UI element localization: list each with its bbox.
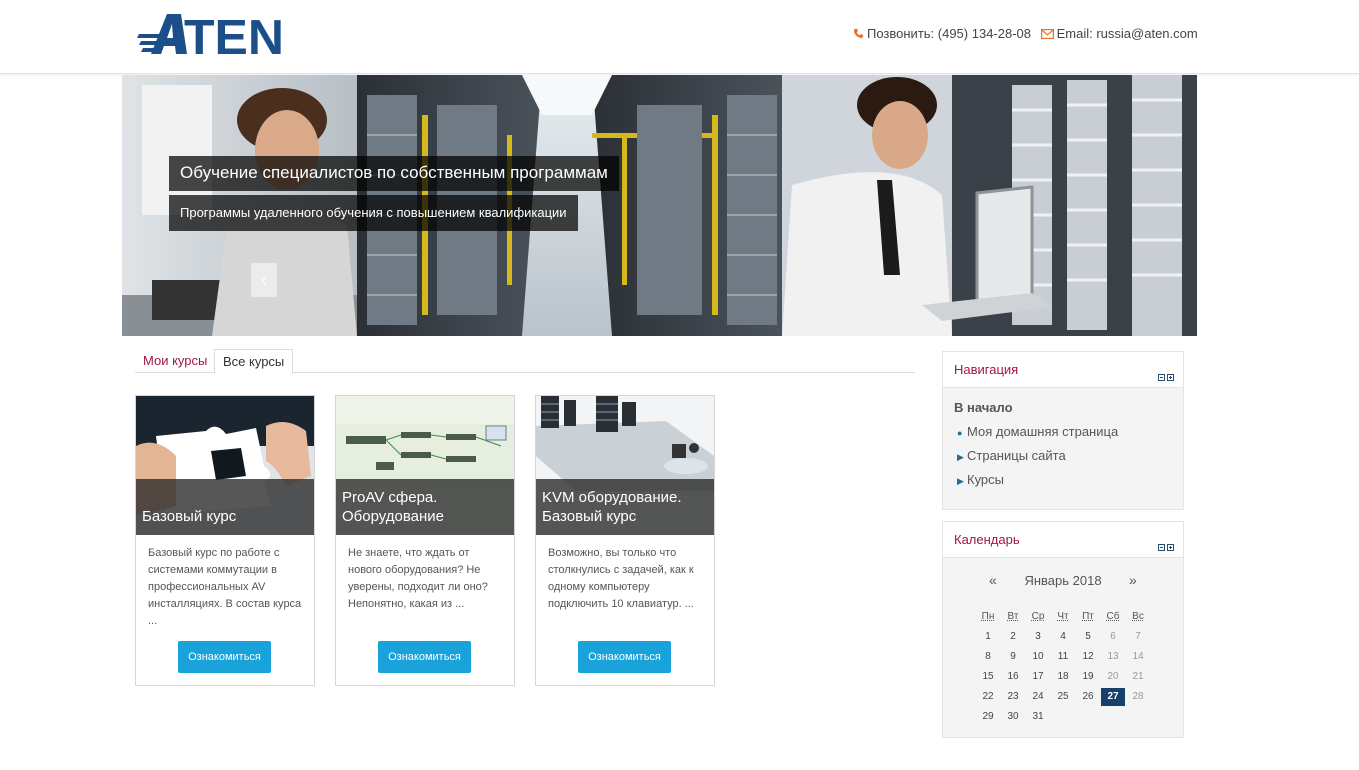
header-contacts: Позвонить: (495) 134-28-08 Email: russia… <box>853 26 1204 42</box>
calendar-day[interactable]: 1 <box>976 628 1000 646</box>
calendar-day[interactable]: 12 <box>1076 648 1100 666</box>
calendar-day[interactable]: 7 <box>1126 628 1150 646</box>
calendar-day[interactable]: 25 <box>1051 688 1075 706</box>
course-description: Базовый курс по работе с системами комму… <box>148 547 302 627</box>
calendar-day[interactable]: 24 <box>1026 688 1050 706</box>
calendar-weekday: Чт <box>1057 611 1069 622</box>
nav-item-my-home[interactable]: ● Моя домашняя страница <box>957 424 1118 439</box>
calendar-day[interactable]: 10 <box>1026 648 1050 666</box>
calendar-day[interactable]: 14 <box>1126 648 1150 666</box>
course-description: Не знаете, что ждать от нового оборудова… <box>348 547 488 610</box>
calendar-weekday: Ср <box>1031 611 1045 622</box>
dot-icon: ● <box>957 428 963 438</box>
phone-icon <box>853 27 864 42</box>
course-open-button[interactable]: Ознакомиться <box>178 641 271 673</box>
course-title[interactable]: Базовый курс <box>142 507 310 526</box>
calendar-title: Календарь <box>954 532 1020 547</box>
calendar-day[interactable]: 22 <box>976 688 1000 706</box>
tab-all-courses[interactable]: Все курсы <box>214 349 294 374</box>
course-card[interactable]: ProAV сфера. Оборудование Не знаете, что… <box>335 395 515 686</box>
calendar-day[interactable]: 19 <box>1076 668 1100 686</box>
nav-home-link[interactable]: В начало <box>954 400 1013 415</box>
calendar-next-month[interactable]: » <box>1129 572 1137 588</box>
email-contact[interactable]: Email: russia@aten.com <box>1040 26 1198 42</box>
calendar-day[interactable]: 9 <box>1001 648 1025 666</box>
slider-caption-text: Программы удаленного обучения с повышени… <box>169 195 578 231</box>
course-title[interactable]: ProAV сфера. Оборудование <box>342 488 510 526</box>
calendar-day[interactable]: 21 <box>1126 668 1150 686</box>
calendar-month: Январь 2018 <box>1024 573 1102 588</box>
calendar-weekday: Сб <box>1106 611 1120 622</box>
course-title[interactable]: KVM оборудование. Базовый курс <box>542 488 710 526</box>
nav-item-courses[interactable]: ▶ Курсы <box>957 472 1004 487</box>
calendar-day[interactable]: 23 <box>1001 688 1025 706</box>
calendar-day[interactable]: 8 <box>976 648 1000 666</box>
course-description: Возможно, вы только что столкнулись с за… <box>548 547 694 610</box>
calendar-day[interactable]: 11 <box>1051 648 1075 666</box>
envelope-icon <box>1040 27 1054 42</box>
calendar-day[interactable]: 20 <box>1101 668 1125 686</box>
calendar-day[interactable]: 30 <box>1001 708 1025 726</box>
calendar-day[interactable]: 17 <box>1026 668 1050 686</box>
triangle-right-icon: ▶ <box>957 476 964 486</box>
calendar-day-today[interactable]: 27 <box>1101 688 1125 706</box>
calendar-day[interactable]: 2 <box>1001 628 1025 646</box>
calendar-day[interactable]: 15 <box>976 668 1000 686</box>
course-card[interactable]: KVM оборудование. Базовый курс Возможно,… <box>535 395 715 686</box>
course-open-button[interactable]: Ознакомиться <box>578 641 671 673</box>
course-tabs: Мои курсы Все курсы <box>135 349 915 374</box>
calendar-weekday: Пт <box>1082 611 1094 622</box>
calendar-day[interactable]: 28 <box>1126 688 1150 706</box>
course-open-button[interactable]: Ознакомиться <box>378 641 471 673</box>
slider-prev-button[interactable]: ‹ <box>251 263 277 297</box>
site-header: TEN Позвонить: (495) 134-28-08 Email: ru… <box>0 0 1359 74</box>
calendar-day[interactable]: 26 <box>1076 688 1100 706</box>
phone-contact[interactable]: Позвонить: (495) 134-28-08 <box>853 26 1031 42</box>
calendar-block: Календарь « Январь 2018 » Пн Вт Ср Чт Пт Сб Вс… <box>942 521 1184 738</box>
calendar-day[interactable]: 29 <box>976 708 1000 726</box>
calendar-day[interactable]: 6 <box>1101 628 1125 646</box>
nav-item-site-pages[interactable]: ▶ Страницы сайта <box>957 448 1066 463</box>
svg-text:TEN: TEN <box>184 12 284 56</box>
calendar-weekday: Вс <box>1132 611 1144 622</box>
triangle-right-icon: ▶ <box>957 452 964 462</box>
calendar-weekday: Пн <box>981 611 995 622</box>
block-controls-icon[interactable] <box>1158 368 1174 381</box>
slider-caption-title: Обучение специалистов по собственным про… <box>169 156 619 191</box>
chevron-left-icon: ‹ <box>261 270 267 290</box>
block-controls-icon[interactable] <box>1158 538 1174 551</box>
calendar-day[interactable]: 31 <box>1026 708 1050 726</box>
email-text: Email: russia@aten.com <box>1056 26 1198 41</box>
calendar-day[interactable]: 3 <box>1026 628 1050 646</box>
course-card[interactable]: Базовый курс Базовый курс по работе с си… <box>135 395 315 686</box>
calendar-day[interactable]: 5 <box>1076 628 1100 646</box>
calendar-day[interactable]: 13 <box>1101 648 1125 666</box>
navigation-block: Навигация В начало ● Моя домашняя страниц… <box>942 351 1184 510</box>
aten-logo[interactable]: TEN <box>137 11 287 65</box>
calendar-day[interactable]: 4 <box>1051 628 1075 646</box>
tab-my-courses[interactable]: Мои курсы <box>135 349 215 373</box>
navigation-title: Навигация <box>954 362 1019 377</box>
phone-text: Позвонить: (495) 134-28-08 <box>867 26 1031 41</box>
calendar-weekday: Вт <box>1007 611 1019 622</box>
calendar-day[interactable]: 16 <box>1001 668 1025 686</box>
calendar-day[interactable]: 18 <box>1051 668 1075 686</box>
